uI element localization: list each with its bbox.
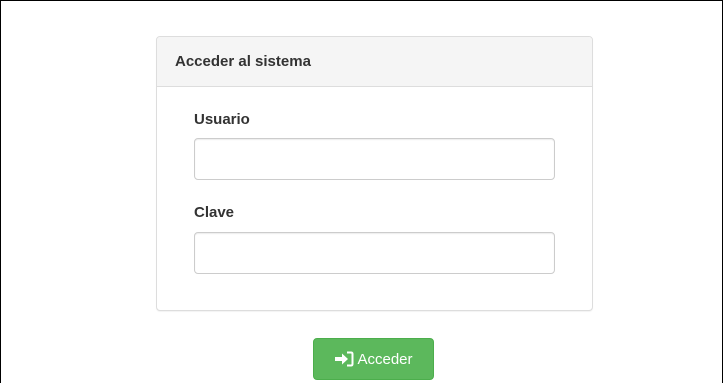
username-label: Usuario (194, 111, 250, 128)
login-panel-title: Acceder al sistema (175, 53, 311, 70)
login-panel: Acceder al sistema Usuario Clave (156, 36, 593, 311)
password-input[interactable] (194, 232, 555, 274)
password-label: Clave (194, 204, 235, 221)
submit-button-label: Acceder (357, 350, 413, 368)
login-panel-heading: Acceder al sistema (157, 37, 592, 87)
submit-button[interactable]: Acceder (313, 338, 434, 380)
username-input[interactable] (194, 138, 555, 180)
sign-in-icon (334, 351, 354, 367)
